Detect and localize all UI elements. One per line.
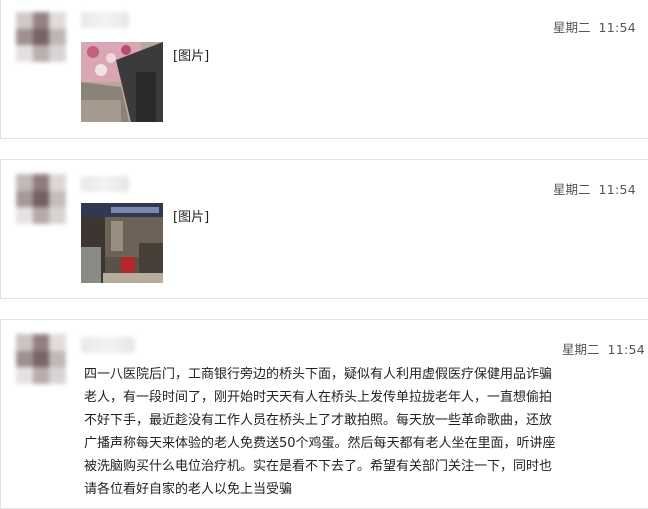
timestamp: 星期二 11:54 xyxy=(553,179,636,198)
timestamp-time: 11:54 xyxy=(607,342,646,357)
photo-thumbnail[interactable] xyxy=(81,42,163,122)
timestamp-day: 星期二 xyxy=(562,342,600,357)
photo-thumbnail-image xyxy=(81,42,163,122)
avatar[interactable] xyxy=(16,334,66,384)
sender-name xyxy=(81,12,129,28)
avatar[interactable] xyxy=(16,174,66,224)
timestamp: 星期二 11:54 xyxy=(562,339,645,358)
timestamp-time: 11:54 xyxy=(598,20,637,35)
photo-thumbnail[interactable] xyxy=(81,203,163,283)
timestamp-day: 星期二 xyxy=(553,20,591,35)
message-card[interactable]: 星期二 11:54 [图片] xyxy=(0,159,648,299)
photo-thumbnail-image xyxy=(81,203,163,283)
message-card[interactable]: 星期二 11:54 [图片] xyxy=(0,0,648,139)
image-placeholder-text: [图片] xyxy=(173,49,210,64)
timestamp-time: 11:54 xyxy=(598,182,637,197)
timestamp-day: 星期二 xyxy=(553,182,591,197)
sender-name xyxy=(81,176,129,192)
image-placeholder-text: [图片] xyxy=(173,210,210,225)
avatar[interactable] xyxy=(16,12,66,62)
sender-name xyxy=(81,337,135,353)
timestamp: 星期二 11:54 xyxy=(553,17,636,36)
message-card[interactable]: 星期二 11:54 四一八医院后门，工商银行旁边的桥头下面，疑似有人利用虚假医疗保… xyxy=(0,319,648,509)
message-text: 四一八医院后门，工商银行旁边的桥头下面，疑似有人利用虚假医疗保健用品诈骗老人，有… xyxy=(84,367,556,497)
